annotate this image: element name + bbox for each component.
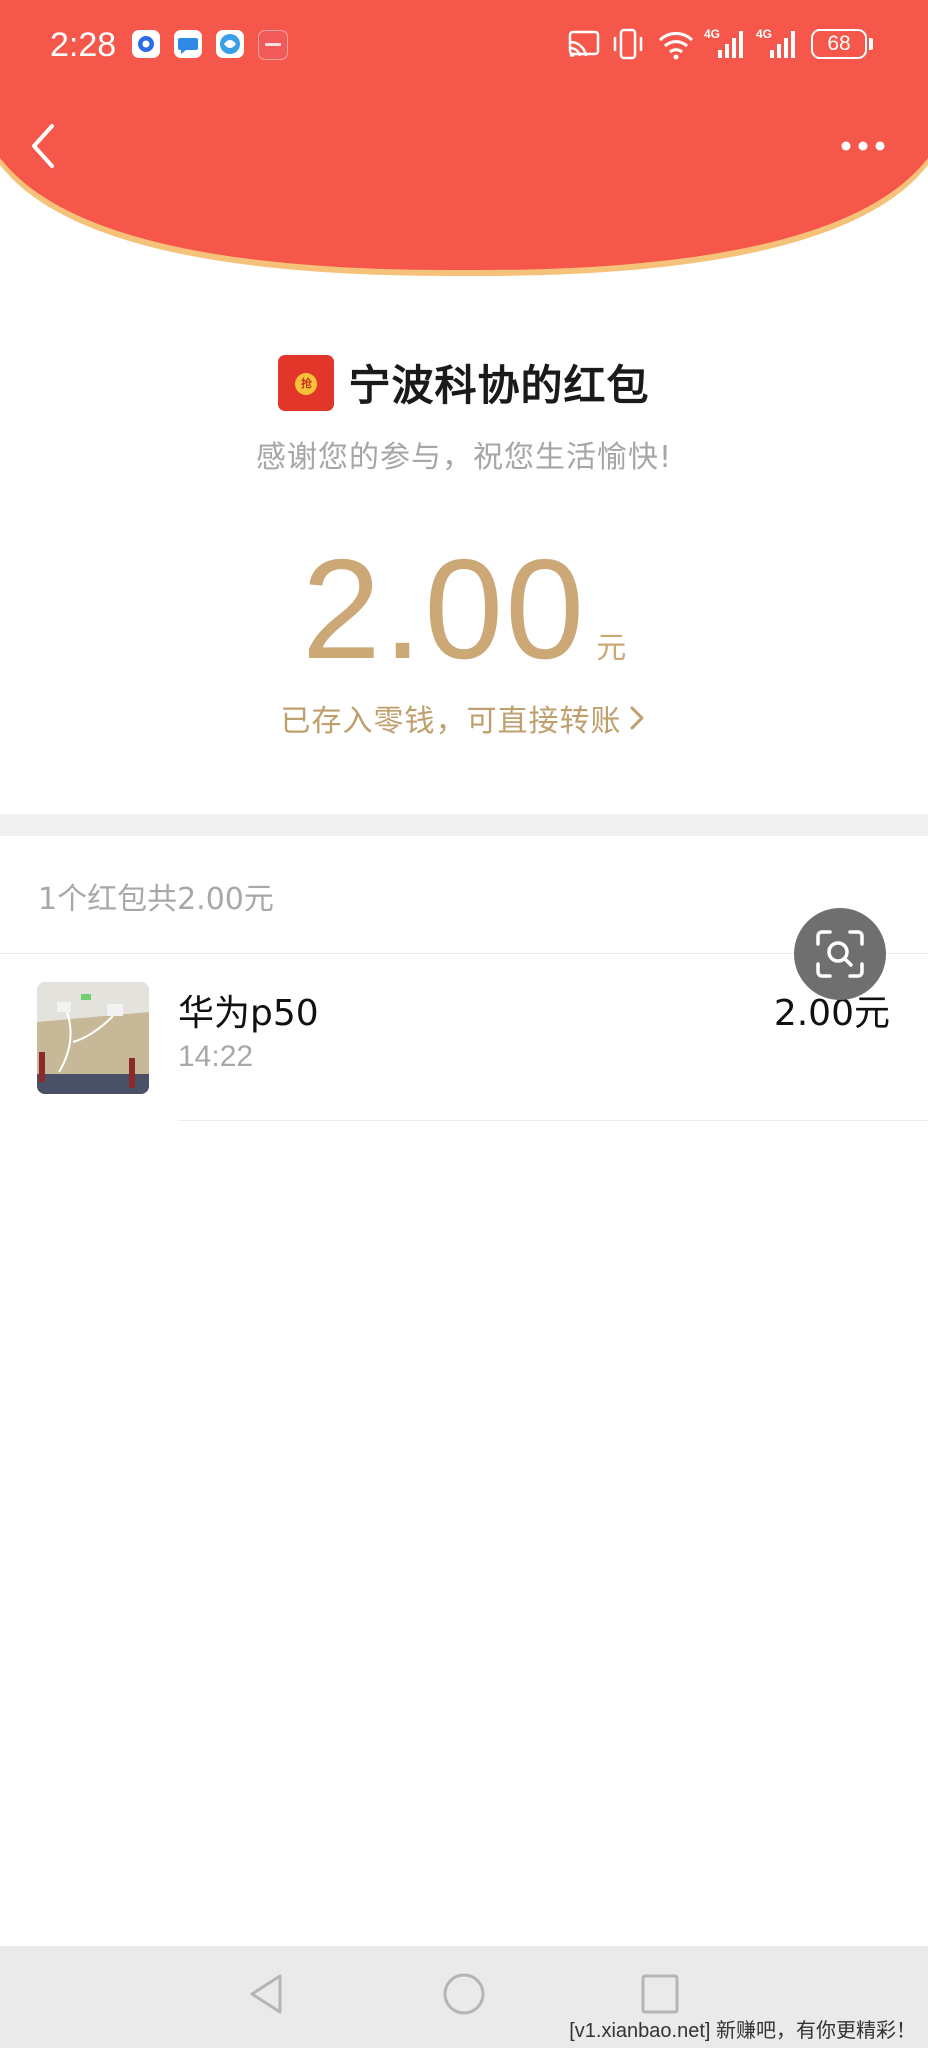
envelope-title: 宁波科协的红包 [348,361,650,410]
battery-tip [869,38,873,50]
claim-row[interactable]: 华为p50 14:22 2.00元 [0,954,928,1122]
claim-time: 14:22 [178,1040,254,1073]
wifi-icon [658,32,694,60]
svg-text:4G: 4G [704,27,720,41]
cast-icon [568,30,600,58]
recents-square-icon[interactable] [638,1970,682,2018]
scan-search-button[interactable] [794,908,886,1000]
divider [178,1120,928,1121]
back-triangle-icon[interactable] [244,1970,288,2018]
envelope-title-row: 抢 宁波科协的红包 [0,352,928,412]
stored-to-change-link[interactable]: 已存入零钱，可直接转账 [0,696,928,740]
red-envelope-icon: 抢 [278,354,335,411]
vibrate-icon [613,28,643,60]
battery-icon: 68 [811,29,867,59]
notification-app-icon [132,30,160,58]
signal-4g-icon: 4G [756,27,795,58]
photo-avatar[interactable] [37,982,149,1094]
claimer-name: 华为p50 [178,993,319,1034]
svg-text:4G: 4G [756,27,772,41]
amount-display: 2.00 元 [0,530,928,690]
claim-summary: 1个红包共2.00元 [38,882,274,917]
section-divider [0,814,928,836]
stored-text-label: 已存入零钱，可直接转账 [280,704,622,739]
amount-value: 2.00 [301,530,587,689]
envelope-subtitle: 感谢您的参与，祝您生活愉快! [255,440,673,475]
status-bar: 2:28 4G 4G 68 [0,0,928,90]
red-envelope-detail-page: 2:28 4G 4G 68 抢 宁波科协的红包 感谢您的参与，祝您生活愉快! 2… [0,0,928,2048]
more-dots-icon[interactable] [836,126,892,166]
system-navigation-bar: [v1.xianbao.net] 新赚吧，有你更精彩！ [0,1946,928,2048]
message-app-icon [174,30,202,58]
huawei-app-icon [258,30,288,60]
envelope-coin: 抢 [295,372,318,395]
chevron-right-icon [630,706,643,730]
chevron-left-icon[interactable] [22,118,72,174]
browser-app-icon [216,30,244,58]
home-circle-icon[interactable] [440,1970,488,2018]
watermark-text: [v1.xianbao.net] 新赚吧，有你更精彩！ [569,2020,916,2042]
signal-4g-icon: 4G [704,27,743,58]
scan-search-icon [816,930,864,978]
amount-unit: 元 [596,631,627,666]
status-time: 2:28 [50,26,117,64]
